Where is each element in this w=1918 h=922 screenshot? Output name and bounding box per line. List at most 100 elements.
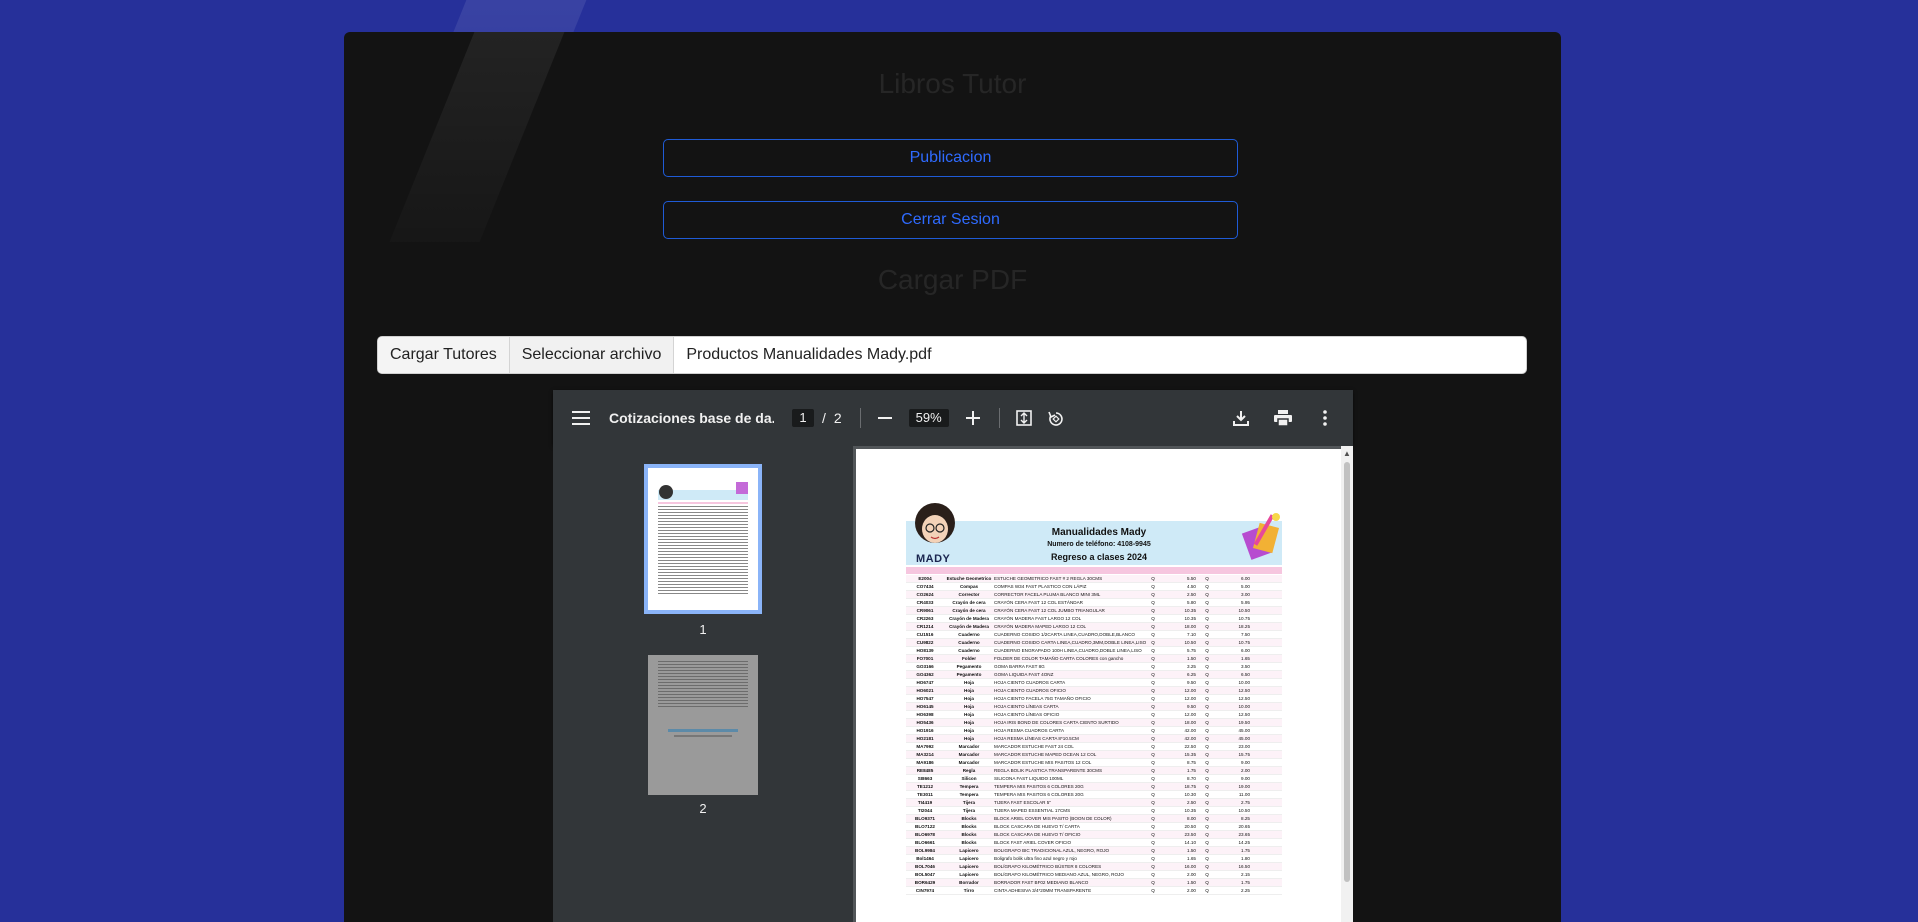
table-cell: Boligrafo bolik ultra fino azul negro y …	[994, 856, 1077, 861]
table-cell: Borrador	[959, 880, 979, 885]
upload-section-title: Cargar PDF	[877, 264, 1028, 295]
table-row: BLO6661 Blocks BLOCK FAST ARIEL COVER OFIC…	[906, 839, 1282, 847]
table-cell: 18.00	[1184, 720, 1197, 725]
table-cell: TI4419	[917, 800, 933, 805]
table-cell: 20.50	[1184, 824, 1197, 829]
table-row: HO5436 Hoja HOJA IRIS BOND DE COLORES CART…	[906, 719, 1282, 727]
table-cell: CO7434	[916, 584, 934, 589]
table-cell: FO7001	[916, 656, 934, 661]
table-cell: Q	[1151, 608, 1155, 613]
table-cell: 42.00	[1184, 736, 1197, 741]
table-cell: 2.15	[1241, 872, 1250, 877]
table-cell: Q	[1151, 672, 1155, 677]
table-cell: Q	[1205, 832, 1209, 837]
table-cell: Pegamento	[956, 664, 982, 669]
table-row: CO7434 Compas COMPAS W34 FAST PLASTICO CON…	[906, 583, 1282, 591]
zoom-in-icon[interactable]	[961, 406, 985, 430]
table-cell: 4.50	[1187, 584, 1196, 589]
rotate-icon[interactable]	[1044, 406, 1068, 430]
table-cell: ESTUCHE GEOMETRICO FAST # 2 REGLA 30CMS	[994, 576, 1103, 581]
table-cell: 7.10	[1187, 632, 1196, 637]
table-cell: Q	[1205, 888, 1209, 893]
logout-button[interactable]: Cerrar Sesion	[663, 201, 1238, 239]
zoom-out-icon[interactable]	[873, 406, 897, 430]
table-cell: CO2624	[916, 592, 934, 597]
table-cell: Tirro	[963, 888, 975, 893]
table-cell: Lapicero	[959, 848, 979, 853]
choose-file-button[interactable]: Seleccionar archivo	[509, 337, 675, 373]
more-options-icon[interactable]	[1313, 406, 1337, 430]
table-cell: HOJA RESMA CUADROS CARTA	[994, 728, 1065, 733]
table-cell: 12.50	[1238, 712, 1251, 717]
table-cell: CR1214	[916, 624, 934, 629]
table-cell: Hoja	[964, 712, 974, 717]
table-cell: MA7992	[916, 744, 934, 749]
table-cell: MARCADOR ESTUCHE MIS PASITOS 12 COL	[994, 760, 1092, 765]
table-cell: 16.50	[1238, 864, 1251, 869]
print-icon[interactable]	[1271, 406, 1295, 430]
table-cell: Cuaderno	[958, 632, 980, 637]
table-row: BLO7122 Blocks BLOCK CASCARA DE HUEVO T/ C…	[906, 823, 1282, 831]
table-cell: Q	[1205, 640, 1209, 645]
table-cell: 10.30	[1184, 792, 1197, 797]
table-cell: Q	[1205, 872, 1209, 877]
table-row: TE1212 Tempera TEMPERA MIS PASITOS 6 COLOR…	[906, 783, 1282, 791]
table-cell: 8.25	[1241, 816, 1250, 821]
table-cell: HO6398	[916, 712, 934, 717]
table-cell: 10.00	[1238, 680, 1251, 685]
table-cell: Hoja	[964, 704, 974, 709]
file-upload-label: Cargar Tutores	[378, 337, 510, 373]
page-number-input[interactable]: 1	[792, 409, 814, 427]
pdf-page-view[interactable]: MADY Manualidades Mady Numero de teléfon…	[853, 446, 1353, 922]
table-cell: 10.50	[1184, 640, 1197, 645]
table-cell: 3.00	[1241, 592, 1250, 597]
publish-button[interactable]: Publicacion	[663, 139, 1238, 177]
download-icon[interactable]	[1229, 406, 1253, 430]
table-cell: Q	[1205, 664, 1209, 669]
table-cell: BLO6661	[915, 840, 935, 845]
table-cell: Q	[1151, 784, 1155, 789]
table-cell: CR2263	[916, 616, 934, 621]
table-row: CIN7974 Tirro CINTA ADHESIVA 3/4*20MM TRAN…	[906, 887, 1282, 895]
scrollbar-thumb[interactable]	[1344, 462, 1350, 882]
page-thumbnail-1[interactable]	[644, 464, 762, 614]
table-cell: HOJA RESMA LÍNEAS CARTA 8*10.5CM	[994, 736, 1079, 741]
thumbnail-label-1: 1	[699, 622, 707, 637]
table-cell: 23.65	[1238, 832, 1251, 837]
table-cell: BOL7046	[915, 864, 935, 869]
table-cell: Q	[1205, 592, 1209, 597]
table-cell: BOLIGRAFO BIC TRADICIONAL AZUL, NEGRO, R…	[994, 848, 1110, 853]
table-cell: Q	[1151, 632, 1155, 637]
table-cell: BLOCK ARIEL COVER MIS PASITO (BOON DE CO…	[994, 816, 1112, 821]
table-row: BLO9371 Blocks BLOCK ARIEL COVER MIS PASIT…	[906, 815, 1282, 823]
table-cell: 15.35	[1184, 752, 1197, 757]
table-cell: CU9822	[916, 640, 934, 645]
table-cell: 45.00	[1238, 728, 1251, 733]
page-thumbnail-2[interactable]	[648, 655, 758, 795]
table-cell: 9.00	[1241, 776, 1250, 781]
table-cell: HOJA CIENTO CUADROS CARTA	[994, 680, 1066, 685]
table-cell: 10.35	[1184, 616, 1197, 621]
menu-icon[interactable]	[569, 406, 593, 430]
table-cell: Q	[1205, 600, 1209, 605]
table-cell: Q	[1205, 616, 1209, 621]
scroll-up-icon[interactable]: ▲	[1343, 449, 1351, 458]
table-cell: Hoja	[964, 720, 974, 725]
zoom-level-input[interactable]: 59%	[908, 409, 949, 427]
table-cell: Corrector	[958, 592, 980, 597]
fit-to-page-icon[interactable]	[1012, 406, 1036, 430]
table-cell: HO2181	[916, 736, 934, 741]
table-cell: 3.25	[1187, 664, 1196, 669]
table-cell: 5.80	[1187, 600, 1196, 605]
page-scrollbar[interactable]: ▲	[1341, 446, 1353, 922]
table-cell: 1.65	[1187, 856, 1196, 861]
table-cell: Tempera	[959, 792, 979, 797]
table-cell: Q	[1151, 648, 1155, 653]
toolbar-divider	[859, 408, 861, 428]
table-cell: Folder	[961, 656, 977, 661]
table-cell: Q	[1151, 744, 1155, 749]
table-cell: HO5436	[916, 720, 934, 725]
table-cell: 1.65	[1241, 656, 1250, 661]
table-cell: Q	[1151, 760, 1155, 765]
table-row: HO7547 Hoja HOJA CIENTO FACELA 75G TAMAÑO …	[906, 695, 1282, 703]
